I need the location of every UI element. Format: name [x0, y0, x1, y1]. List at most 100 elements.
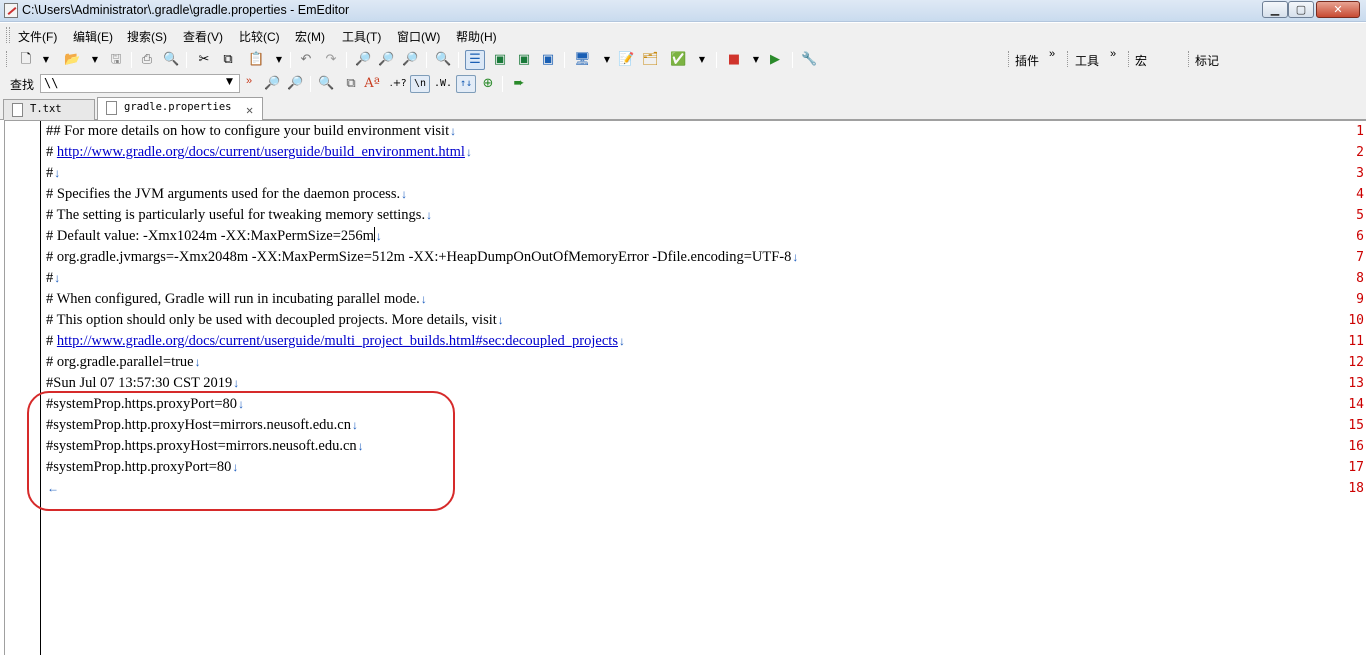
encoding-icon[interactable]: 🖥	[574, 52, 591, 68]
line-number: 12	[1348, 355, 1364, 370]
find-label: 查找	[10, 78, 35, 92]
undo-icon[interactable]: ↶	[298, 52, 314, 68]
menu-file[interactable]: 文件(F)	[18, 28, 57, 45]
line-number: 14	[1348, 397, 1364, 412]
hyperlink[interactable]: http://www.gradle.org/docs/current/userg…	[57, 333, 618, 349]
find-in-files-icon[interactable]: 🔍	[435, 52, 451, 68]
menu-tools[interactable]: 工具(T)	[342, 28, 381, 45]
line-number: 16	[1348, 439, 1364, 454]
macro-toolbar-label[interactable]: 宏	[1135, 52, 1147, 69]
record-macro-icon[interactable]: ■	[726, 52, 742, 68]
new-file-icon[interactable]: 🗋	[18, 52, 34, 68]
toolbar-separator	[564, 52, 565, 68]
find-previous-icon[interactable]: 🔎	[287, 76, 303, 92]
line-number: 3	[1356, 166, 1364, 181]
word-wrap-icon: ☰	[469, 52, 481, 67]
menu-bar: 文件(F) 编辑(E) 搜索(S) 查看(V) 比较(C) 宏(M) 工具(T)…	[0, 23, 1366, 47]
menu-window[interactable]: 窗口(W)	[397, 28, 440, 45]
find-next-icon[interactable]: 🔎	[264, 76, 280, 92]
code-line: # The setting is particularly useful for…	[46, 205, 432, 226]
plugins-more-icon[interactable]: »	[1049, 48, 1055, 60]
wrap-by-window-icon[interactable]: ▣	[492, 52, 508, 68]
open-folder-icon[interactable]: 📂	[64, 52, 80, 68]
code-line: # http://www.gradle.org/docs/current/use…	[46, 331, 625, 352]
toolbar-grip	[1128, 51, 1131, 67]
close-button[interactable]: ✕	[1316, 1, 1360, 18]
find-previous-icon[interactable]: 🔎	[402, 52, 418, 68]
find-icon[interactable]: 🔎	[355, 52, 371, 68]
search-highlight-icon[interactable]: 🔍	[318, 76, 334, 92]
text-editor[interactable]: 1 ## For more details on how to configure…	[4, 120, 1366, 663]
title-bar: C:\Users\Administrator\.gradle\gradle.pr…	[0, 0, 1366, 22]
find-in-selection-icon[interactable]: ⧉	[343, 76, 359, 92]
code-text: # This option should only be used with d…	[46, 312, 497, 328]
chevron-down-icon[interactable]: ▼	[748, 52, 764, 68]
escape-sequence-toggle[interactable]: \n	[410, 75, 430, 93]
find-input[interactable]: \\	[40, 74, 240, 93]
run-macro-icon[interactable]: ▶	[767, 52, 783, 68]
code-text: #	[46, 165, 54, 181]
toolbar-separator	[792, 52, 793, 68]
wrap-by-page-icon[interactable]: ▣	[516, 52, 532, 68]
search-direction-toggle[interactable]: ↑↓	[456, 75, 476, 93]
chevron-down-icon[interactable]: ▼	[38, 52, 54, 68]
tab-t-txt[interactable]: T.txt	[3, 99, 95, 120]
line-number: 6	[1356, 229, 1364, 244]
redo-icon[interactable]: ↷	[323, 52, 339, 68]
chevron-down-icon[interactable]: ▼	[87, 52, 103, 68]
line-number: 15	[1348, 418, 1364, 433]
cut-icon[interactable]: ✂	[196, 52, 212, 68]
properties-icon[interactable]: 📝	[618, 52, 634, 68]
menu-search[interactable]: 搜索(S)	[127, 28, 167, 45]
line-number: 2	[1356, 145, 1364, 160]
whole-word-toggle[interactable]: .W.	[432, 75, 454, 93]
line-number: 1	[1356, 124, 1364, 139]
hyperlink[interactable]: http://www.gradle.org/docs/current/userg…	[57, 144, 465, 160]
chevron-down-icon[interactable]: ▼	[271, 52, 287, 68]
line-number: 17	[1348, 460, 1364, 475]
text-caret	[373, 227, 375, 242]
customize-icon[interactable]: ✅	[670, 52, 686, 68]
find-dropdown-chevron-down-icon[interactable]: ▼	[226, 77, 233, 87]
tab-gradle-properties[interactable]: gradle.properties ✕	[97, 97, 263, 121]
wrap-by-char-icon[interactable]: ▣	[540, 52, 556, 68]
code-line: # When configured, Gradle will run in in…	[46, 289, 427, 310]
chevron-down-icon[interactable]: ▼	[694, 52, 710, 68]
toolbar-separator	[290, 52, 291, 68]
menu-view[interactable]: 查看(V)	[183, 28, 223, 45]
save-icon[interactable]: 🖫	[108, 52, 124, 68]
plugins-toolbar-label[interactable]: 插件	[1015, 52, 1039, 69]
globe-icon[interactable]: ⊕	[480, 76, 496, 92]
tools-more-icon[interactable]: »	[1110, 48, 1116, 60]
toolbar-separator	[458, 52, 459, 68]
chevron-down-icon[interactable]: ▼	[599, 52, 615, 68]
tab-close-icon[interactable]: ✕	[246, 101, 253, 120]
menu-help[interactable]: 帮助(H)	[456, 28, 497, 45]
print-icon[interactable]: ⎙	[139, 52, 155, 68]
regex-icon[interactable]: .+?	[387, 76, 409, 92]
paste-icon[interactable]: 📋	[248, 52, 264, 68]
window-title: C:\Users\Administrator\.gradle\gradle.pr…	[22, 3, 350, 17]
menu-macro[interactable]: 宏(M)	[295, 28, 325, 45]
arrow-right-icon[interactable]: ➨	[511, 76, 527, 92]
toolbar-separator	[716, 52, 717, 68]
toolbar-separator	[131, 52, 132, 68]
toolbar-separator	[186, 52, 187, 68]
bottom-edge	[0, 655, 1366, 663]
line-number: 18	[1348, 481, 1364, 496]
maximize-button[interactable]: ▢	[1288, 1, 1314, 18]
menu-edit[interactable]: 编辑(E)	[73, 28, 113, 45]
find-more-icon[interactable]: »	[246, 75, 252, 87]
tools-toolbar-label[interactable]: 工具	[1075, 52, 1099, 69]
find-next-icon[interactable]: 🔎	[378, 52, 394, 68]
configuration-icon[interactable]: 🗂	[642, 52, 659, 68]
menu-compare[interactable]: 比较(C)	[239, 28, 280, 45]
print-preview-icon[interactable]: 🔍	[163, 52, 179, 68]
line-number: 5	[1356, 208, 1364, 223]
tools-wrench-icon[interactable]: 🔧	[801, 52, 817, 68]
marks-toolbar-label[interactable]: 标记	[1195, 52, 1219, 69]
line-number: 9	[1356, 292, 1364, 307]
minimize-button[interactable]: ▁	[1262, 1, 1288, 18]
match-case-icon[interactable]: Aª	[364, 76, 380, 92]
copy-icon[interactable]: ⧉	[220, 52, 236, 68]
